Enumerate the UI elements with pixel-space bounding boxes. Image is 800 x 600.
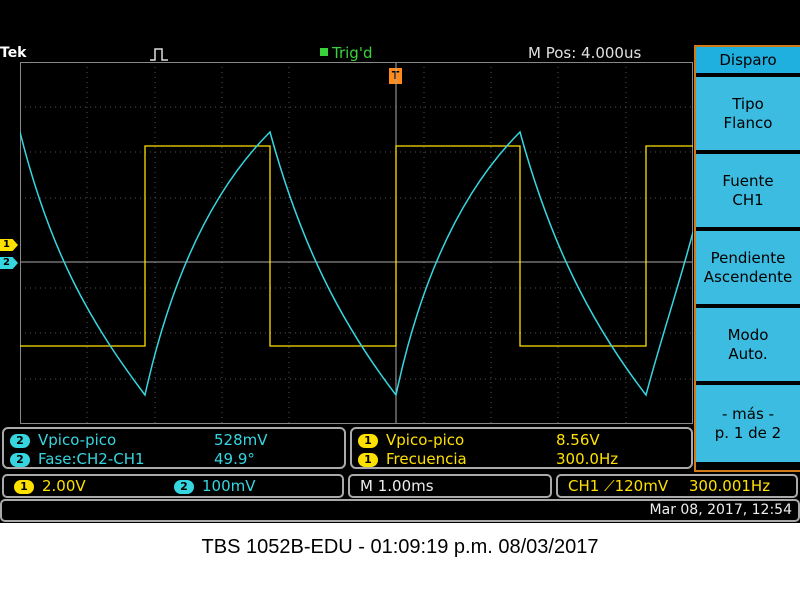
- timebase-readout[interactable]: M 1.00ms: [348, 474, 552, 498]
- date-time-bar: Mar 08, 2017, 12:54: [0, 499, 800, 522]
- ch2-ground-marker[interactable]: 2: [0, 257, 18, 269]
- measurement-label: Fase:CH2-CH1: [38, 450, 145, 468]
- more-label: - más -: [722, 404, 774, 423]
- measurement-label: Frecuencia: [386, 450, 467, 468]
- trigger-slope-icon: ⟋: [604, 477, 615, 495]
- measurement-row: 2 Vpico-pico 528mV: [10, 431, 350, 449]
- top-status-bar: Tek Trig'd M Pos: 4.000us: [0, 44, 800, 62]
- ch2-badge: 2: [10, 434, 30, 448]
- measurement-value: 8.56V: [556, 431, 600, 449]
- oscilloscope-screen: Tek Trig'd M Pos: 4.000us T 1 2 Disparo …: [0, 0, 800, 523]
- side-menu-title: Disparo: [696, 47, 800, 75]
- trigger-source-button[interactable]: Fuente CH1: [696, 154, 800, 231]
- trigger-mode-button[interactable]: Modo Auto.: [696, 308, 800, 385]
- more-button[interactable]: - más - p. 1 de 2: [696, 385, 800, 462]
- trigger-side-menu: Disparo Tipo Flanco Fuente CH1 Pendiente…: [694, 45, 800, 472]
- trigger-mode-label: Modo: [727, 325, 769, 344]
- measurement-row: 1 Frecuencia 300.0Hz: [358, 450, 697, 468]
- horizontal-position: M Pos: 4.000us: [528, 44, 642, 62]
- trigger-source: CH1: [568, 477, 600, 495]
- ch2-badge: 2: [10, 453, 30, 467]
- ch2-badge: 2: [174, 480, 194, 494]
- graticule-center-axes: [20, 62, 693, 424]
- trigger-readout[interactable]: CH1 ⟋120mV 300.001Hz: [556, 474, 798, 498]
- trigger-level: 120mV: [614, 477, 669, 495]
- ch1-measurements-panel: 1 Vpico-pico 8.56V 1 Frecuencia 300.0Hz: [350, 427, 693, 469]
- trigger-frequency: 300.001Hz: [688, 477, 771, 495]
- measurement-row: 1 Vpico-pico 8.56V: [358, 431, 697, 449]
- ch2-scale: 100mV: [202, 477, 256, 495]
- trigger-slope-value: Ascendente: [703, 267, 793, 286]
- ch1-badge: 1: [358, 434, 378, 448]
- ch2-measurements-panel: 2 Vpico-pico 528mV 2 Fase:CH2-CH1 49.9°: [2, 427, 346, 469]
- brand-logo: Tek: [0, 45, 27, 61]
- ch1-badge: 1: [358, 453, 378, 467]
- trigger-status: Trig'd: [320, 44, 372, 62]
- measurement-row: 2 Fase:CH2-CH1 49.9°: [10, 450, 350, 468]
- ch1-badge: 1: [14, 480, 34, 494]
- trigger-source-label: Fuente: [722, 171, 774, 190]
- page-indicator: p. 1 de 2: [714, 423, 782, 442]
- ch1-square-wave: [20, 145, 693, 347]
- trigger-type-label: Tipo: [732, 94, 764, 113]
- trigger-slope-label: Pendiente: [710, 248, 786, 267]
- measurement-value: 528mV: [214, 431, 268, 449]
- trigger-type-value: Flanco: [723, 113, 773, 132]
- trigger-source-value: CH1: [732, 190, 764, 209]
- measurement-value: 49.9°: [214, 450, 255, 468]
- ch1-scale: 2.00V: [42, 477, 86, 495]
- trigger-mode-value: Auto.: [728, 344, 768, 363]
- screenshot-caption: TBS 1052B-EDU - 01:09:19 p.m. 08/03/2017: [201, 536, 599, 558]
- trigger-status-icon: [320, 48, 328, 56]
- graticule-grid: [20, 62, 693, 424]
- acquisition-pulse-icon: [150, 48, 168, 61]
- measurement-value: 300.0Hz: [556, 450, 619, 468]
- trigger-status-label: Trig'd: [332, 44, 373, 62]
- measurement-label: Vpico-pico: [386, 431, 465, 449]
- measurement-label: Vpico-pico: [38, 431, 117, 449]
- waveform-display: [20, 62, 693, 424]
- trigger-slope-button[interactable]: Pendiente Ascendente: [696, 231, 800, 308]
- ch2-triangle-wave: [20, 130, 693, 397]
- vertical-scale-bar[interactable]: 1 2.00V 2 100mV: [2, 474, 344, 498]
- trigger-type-button[interactable]: Tipo Flanco: [696, 77, 800, 154]
- ch1-ground-marker[interactable]: 1: [0, 239, 18, 251]
